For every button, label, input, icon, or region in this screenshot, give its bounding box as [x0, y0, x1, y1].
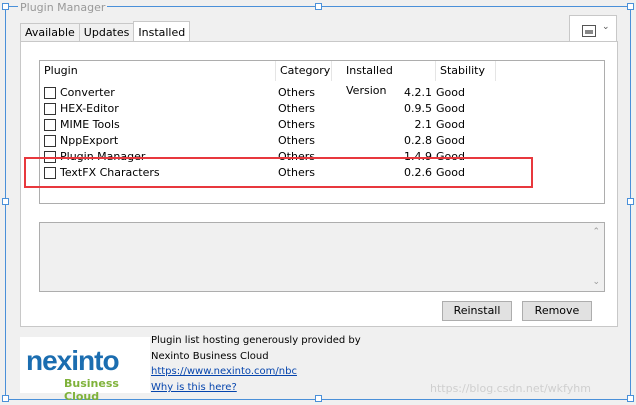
table-row[interactable]: Converter Others 4.2.1 Good	[40, 85, 500, 101]
resize-handle[interactable]	[627, 3, 634, 10]
plugin-name: NppExport	[60, 134, 119, 147]
resize-handle[interactable]	[627, 198, 634, 205]
resize-handle[interactable]	[627, 395, 634, 402]
tab-available[interactable]: Available	[20, 23, 80, 41]
plugin-stability: Good	[436, 118, 465, 131]
highlight-box	[24, 157, 533, 188]
image-icon	[582, 25, 596, 37]
scroll-up-icon[interactable]: ⌃	[592, 227, 600, 237]
plugin-name: Converter	[60, 86, 115, 99]
chevron-down-icon: ⌄	[602, 22, 610, 32]
plugin-manager-window: Plugin Manager Available Updates Install…	[5, 1, 631, 403]
column-header-version[interactable]: Installed Version	[332, 61, 436, 97]
row-checkbox[interactable]	[44, 119, 56, 131]
nexinto-logo: nexinto Business Cloud	[20, 337, 150, 403]
scroll-down-icon[interactable]: ⌄	[592, 277, 600, 287]
tab-updates[interactable]: Updates	[78, 23, 135, 41]
hosting-provider: Nexinto Business Cloud	[151, 351, 269, 362]
resize-handle[interactable]	[315, 3, 322, 10]
tab-bar: Available Updates Installed	[20, 21, 191, 41]
resize-handle[interactable]	[2, 395, 9, 402]
column-header-category[interactable]: Category	[276, 61, 332, 81]
plugin-category: Others	[278, 118, 315, 131]
plugin-version: 0.2.8	[404, 134, 432, 147]
row-checkbox[interactable]	[44, 135, 56, 147]
plugin-stability: Good	[436, 134, 465, 147]
plugin-stability: Good	[436, 86, 465, 99]
resize-handle[interactable]	[2, 198, 9, 205]
logo-word: nexinto	[26, 345, 120, 376]
column-header-plugin[interactable]: Plugin	[40, 61, 276, 81]
why-link[interactable]: Why is this here?	[151, 382, 237, 393]
row-checkbox[interactable]	[44, 87, 56, 99]
plugin-version: 4.2.1	[404, 86, 432, 99]
row-checkbox[interactable]	[44, 103, 56, 115]
resize-handle[interactable]	[315, 395, 322, 402]
plugin-version: 2.1	[414, 118, 433, 131]
resize-handle[interactable]	[2, 3, 9, 10]
plugin-category: Others	[278, 86, 315, 99]
plugin-category: Others	[278, 102, 315, 115]
column-header-stability[interactable]: Stability	[436, 61, 496, 81]
table-row[interactable]: MIME Tools Others 2.1 Good	[40, 117, 500, 133]
table-row[interactable]: NppExport Others 0.2.8 Good	[40, 133, 500, 149]
reinstall-button[interactable]: Reinstall	[442, 301, 512, 321]
plugin-version: 0.9.5	[404, 102, 432, 115]
watermark-text: https://blog.csdn.net/wkfyhm	[430, 382, 591, 395]
plugin-name: HEX-Editor	[60, 102, 119, 115]
nexinto-link[interactable]: https://www.nexinto.com/nbc	[151, 366, 297, 377]
hosting-text: Plugin list hosting generously provided …	[151, 335, 361, 346]
plugin-stability: Good	[436, 102, 465, 115]
plugin-category: Others	[278, 134, 315, 147]
table-row[interactable]: HEX-Editor Others 0.9.5 Good	[40, 101, 500, 117]
plugin-description-box[interactable]: ⌃ ⌄	[39, 222, 605, 292]
window-title: Plugin Manager	[18, 1, 108, 14]
remove-button[interactable]: Remove	[522, 301, 592, 321]
logo-subtitle: Business Cloud	[64, 377, 119, 403]
tab-installed[interactable]: Installed	[133, 21, 191, 41]
plugin-name: MIME Tools	[60, 118, 120, 131]
